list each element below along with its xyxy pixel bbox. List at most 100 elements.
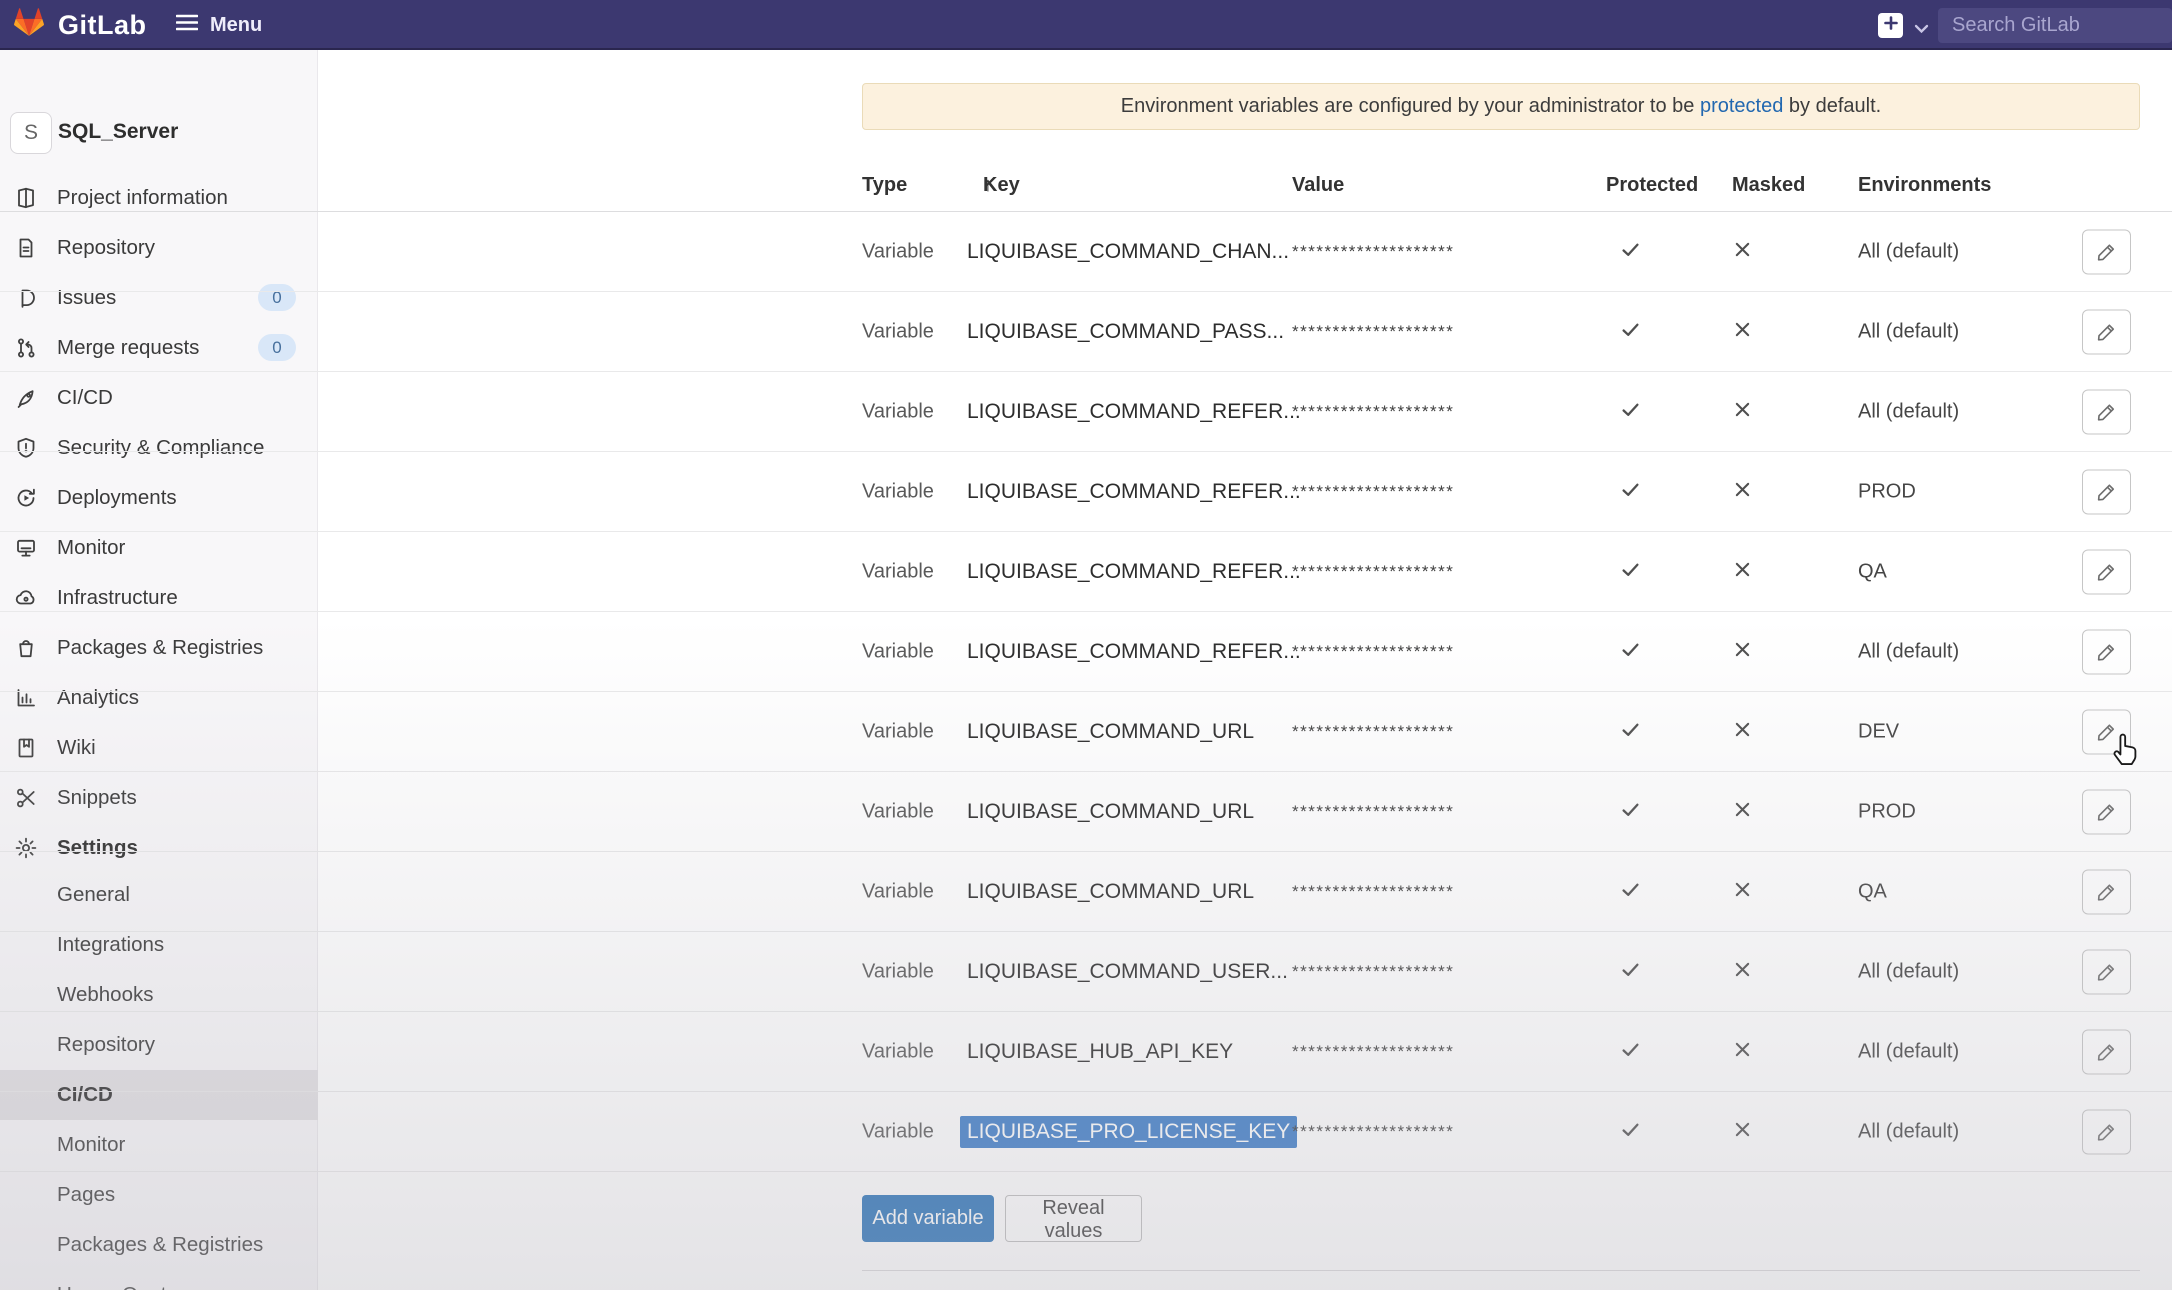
- sidebar-subitem-pages[interactable]: Pages: [0, 1170, 318, 1220]
- banner-text-before: Environment variables are configured by …: [1121, 95, 1700, 118]
- variable-value-masked: ********************: [1292, 482, 1454, 502]
- sidebar-subitem-usage-quotas[interactable]: Usage Quotas: [0, 1270, 318, 1290]
- variable-type: Variable: [862, 400, 934, 423]
- masked-x-icon: [1726, 559, 1758, 585]
- protected-check-icon: [1613, 478, 1647, 506]
- menu-label: Menu: [210, 14, 262, 37]
- edit-variable-button[interactable]: [2082, 469, 2131, 514]
- variable-environment: PROD: [1858, 480, 1916, 503]
- protected-check-icon: [1613, 718, 1647, 746]
- variable-key: LIQUIBASE_COMMAND_PASS...: [967, 320, 1284, 344]
- edit-variable-button[interactable]: [2082, 229, 2131, 274]
- variable-type: Variable: [862, 320, 934, 343]
- protected-check-icon: [1613, 798, 1647, 826]
- variable-key: LIQUIBASE_COMMAND_REFER...: [967, 480, 1301, 504]
- header-type: Type: [862, 160, 907, 210]
- reveal-values-button[interactable]: Reveal values: [1005, 1195, 1142, 1242]
- variable-environment: QA: [1858, 560, 1887, 583]
- variable-row: VariableLIQUIBASE_HUB_API_KEY***********…: [0, 1012, 2172, 1092]
- variable-type: Variable: [862, 480, 934, 503]
- variable-type: Variable: [862, 560, 934, 583]
- protected-check-icon: [1613, 878, 1647, 906]
- variable-value-masked: ********************: [1292, 242, 1454, 262]
- variable-type: Variable: [862, 880, 934, 903]
- variable-value-masked: ********************: [1292, 802, 1454, 822]
- search-input[interactable]: [1938, 8, 2172, 43]
- edit-variable-button[interactable]: [2082, 949, 2131, 994]
- masked-x-icon: [1726, 479, 1758, 505]
- gitlab-tanuki-logo-icon: [14, 8, 44, 42]
- table-actions: Add variable Reveal values: [862, 1195, 1142, 1242]
- protected-check-icon: [1613, 638, 1647, 666]
- variable-value-masked: ********************: [1292, 882, 1454, 902]
- variable-key: LIQUIBASE_COMMAND_URL: [967, 800, 1254, 824]
- top-navbar: GitLab Menu: [0, 0, 2172, 50]
- edit-variable-button[interactable]: [2082, 1029, 2131, 1074]
- sidebar-subitem-label: Pages: [57, 1170, 115, 1220]
- variable-environment: All (default): [1858, 640, 1959, 663]
- new-item-dropdown-chevron[interactable]: [1914, 21, 1929, 39]
- variable-type: Variable: [862, 720, 934, 743]
- variable-environment: All (default): [1858, 1120, 1959, 1143]
- masked-x-icon: [1726, 1119, 1758, 1145]
- menu-button[interactable]: Menu: [176, 0, 262, 50]
- variable-row: VariableLIQUIBASE_PRO_LICENSE_KEY*******…: [0, 1092, 2172, 1172]
- variable-row: VariableLIQUIBASE_COMMAND_PASS...*******…: [0, 292, 2172, 372]
- variable-key: LIQUIBASE_COMMAND_USER...: [967, 960, 1288, 984]
- variable-key: LIQUIBASE_HUB_API_KEY: [967, 1040, 1233, 1064]
- edit-variable-button[interactable]: [2082, 709, 2131, 754]
- variable-type: Variable: [862, 640, 934, 663]
- section-divider: [862, 1270, 2140, 1271]
- header-environments: Environments: [1858, 160, 1991, 210]
- gitlab-home-link[interactable]: GitLab: [14, 0, 147, 50]
- header-masked: Masked: [1732, 160, 1805, 210]
- edit-variable-button[interactable]: [2082, 1109, 2131, 1154]
- protected-check-icon: [1613, 1118, 1647, 1146]
- sidebar-subitem-packages-registries[interactable]: Packages & Registries: [0, 1220, 318, 1270]
- variable-value-masked: ********************: [1292, 1042, 1454, 1062]
- variable-environment: All (default): [1858, 960, 1959, 983]
- variable-type: Variable: [862, 960, 934, 983]
- variables-table-body: VariableLIQUIBASE_COMMAND_CHAN...*******…: [0, 212, 2172, 1172]
- variable-type: Variable: [862, 1120, 934, 1143]
- edit-variable-button[interactable]: [2082, 629, 2131, 674]
- project-name: SQL_Server: [58, 120, 178, 144]
- masked-x-icon: [1726, 239, 1758, 265]
- header-value: Value: [1292, 160, 1344, 210]
- masked-x-icon: [1726, 719, 1758, 745]
- masked-x-icon: [1726, 319, 1758, 345]
- masked-x-icon: [1726, 879, 1758, 905]
- variable-row: VariableLIQUIBASE_COMMAND_USER...*******…: [0, 932, 2172, 1012]
- add-variable-button[interactable]: Add variable: [862, 1195, 994, 1242]
- protected-check-icon: [1613, 958, 1647, 986]
- gitlab-app: GitLab Menu S SQL_Server Project informa…: [0, 0, 2172, 1290]
- protected-link[interactable]: protected: [1700, 95, 1783, 118]
- header-protected: Protected: [1606, 160, 1698, 210]
- banner-text-after: by default.: [1783, 95, 1881, 118]
- variable-key: LIQUIBASE_COMMAND_REFER...: [967, 560, 1301, 584]
- edit-variable-button[interactable]: [2082, 549, 2131, 594]
- new-item-button[interactable]: [1878, 13, 1903, 38]
- sidebar-subitem-label: Usage Quotas: [57, 1270, 188, 1290]
- variable-row: Variable LIQUIBASE_COMMAND_URL ***********…: [0, 852, 2172, 932]
- edit-variable-button[interactable]: [2082, 309, 2131, 354]
- variable-row: VariableLIQUIBASE_COMMAND_REFER...******…: [0, 372, 2172, 452]
- variable-row: VariableLIQUIBASE_COMMAND_URL***********…: [0, 692, 2172, 772]
- variable-key: LIQUIBASE_COMMAND_URL: [967, 720, 1254, 744]
- variable-key: LIQUIBASE_COMMAND_URL: [967, 880, 1254, 904]
- edit-variable-button[interactable]: [2082, 869, 2131, 914]
- variable-value-masked: ********************: [1292, 402, 1454, 422]
- protected-check-icon: [1613, 318, 1647, 346]
- variable-value-masked: ********************: [1292, 562, 1454, 582]
- masked-x-icon: [1726, 1039, 1758, 1065]
- edit-variable-button[interactable]: [2082, 389, 2131, 434]
- protected-check-icon: [1613, 1038, 1647, 1066]
- project-avatar: S: [10, 112, 52, 154]
- variable-type: Variable: [862, 240, 934, 263]
- edit-variable-button[interactable]: [2082, 789, 2131, 834]
- variable-environment: All (default): [1858, 400, 1959, 423]
- variable-environment: PROD: [1858, 800, 1916, 823]
- variable-key: LIQUIBASE_COMMAND_CHAN...: [967, 240, 1289, 264]
- masked-x-icon: [1726, 799, 1758, 825]
- project-header[interactable]: S SQL_Server: [0, 112, 318, 158]
